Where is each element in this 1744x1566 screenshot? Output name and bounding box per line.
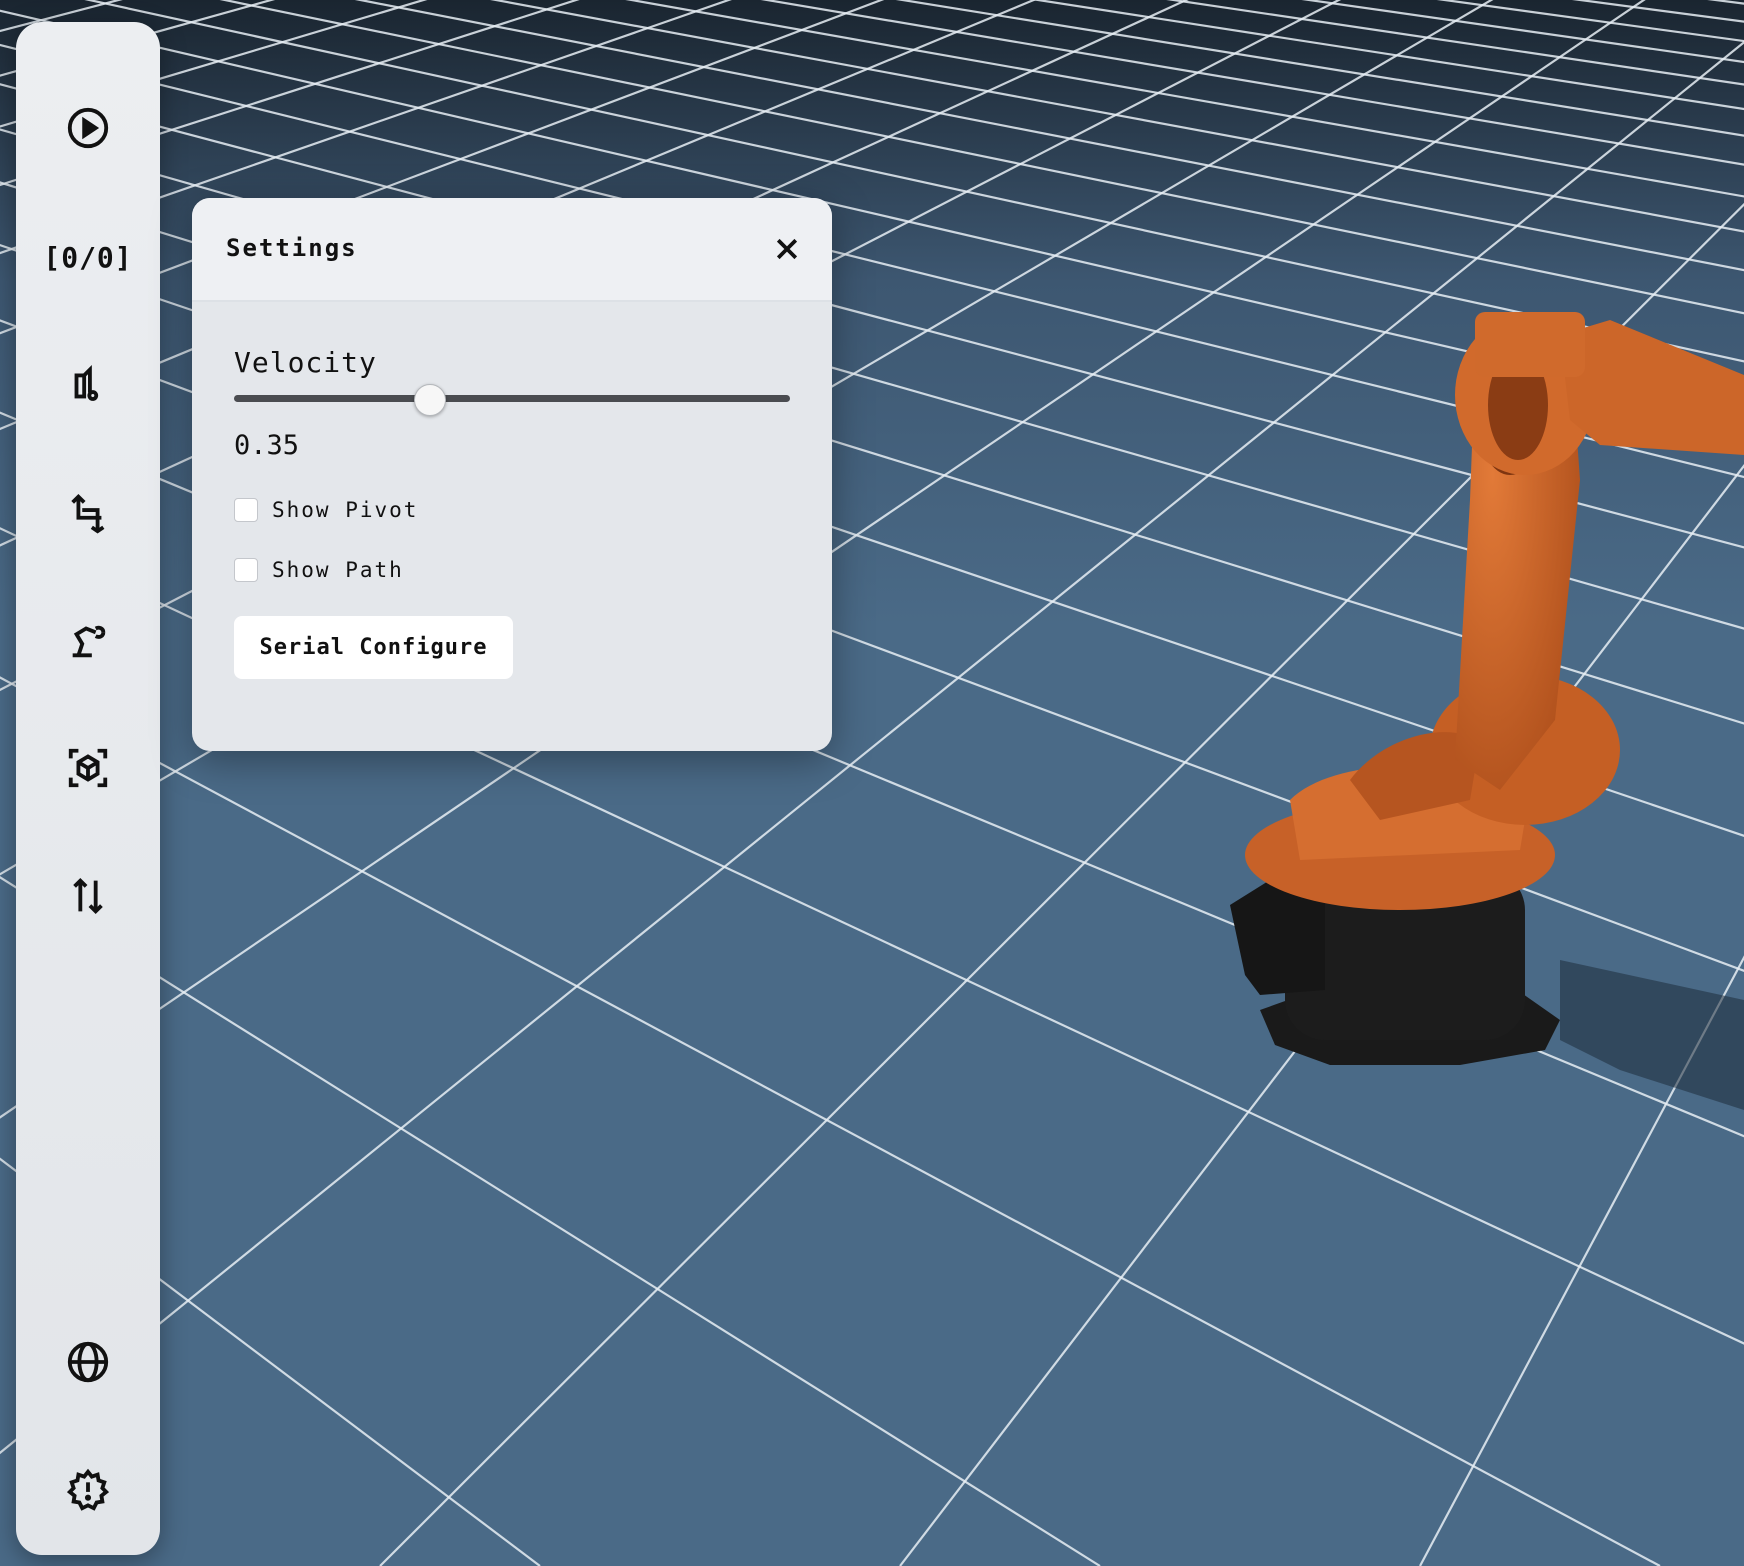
robot-arm-button[interactable]: [48, 600, 128, 680]
view-cube-icon: [68, 748, 108, 788]
velocity-value: 0.35: [234, 430, 300, 461]
show-path-checkbox[interactable]: [234, 558, 258, 582]
waypoint-counter[interactable]: [0/0]: [43, 217, 131, 297]
settings-header: Settings: [192, 198, 832, 302]
close-icon[interactable]: [772, 234, 802, 264]
settings-panel: Settings Velocity 0.35 Show Pivot Show P…: [192, 198, 832, 751]
velocity-slider[interactable]: [234, 384, 790, 416]
show-path-row: Show Path: [234, 558, 404, 582]
waypoint-counter-label: [0/0]: [43, 240, 133, 274]
crop-transform-icon: [71, 493, 105, 534]
play-circle-icon: [67, 107, 109, 149]
globe-icon: [67, 1341, 109, 1383]
arrows-up-down-icon: [73, 877, 103, 915]
left-toolbar: [0/0]: [16, 22, 160, 1555]
show-pivot-checkbox[interactable]: [234, 498, 258, 522]
gear-alert-icon: [66, 1468, 110, 1511]
robot-arm-icon: [72, 625, 106, 658]
language-button[interactable]: [48, 1322, 128, 1402]
settings-title: Settings: [226, 234, 358, 262]
play-button[interactable]: [48, 88, 128, 168]
velocity-label: Velocity: [234, 346, 377, 379]
settings-button[interactable]: [48, 1450, 128, 1530]
show-pivot-label: Show Pivot: [272, 498, 419, 522]
gripper-icon: [74, 365, 99, 401]
serial-configure-button[interactable]: Serial Configure: [234, 616, 513, 679]
show-path-label: Show Path: [272, 558, 404, 582]
velocity-slider-thumb[interactable]: [413, 384, 446, 416]
robot-upper-housing: [1475, 312, 1585, 377]
view-cube-button[interactable]: [48, 728, 128, 808]
show-pivot-row: Show Pivot: [234, 498, 418, 522]
gripper-button[interactable]: [48, 345, 128, 425]
transform-button[interactable]: [48, 472, 128, 552]
velocity-slider-track[interactable]: [234, 395, 790, 402]
swap-button[interactable]: [48, 856, 128, 936]
